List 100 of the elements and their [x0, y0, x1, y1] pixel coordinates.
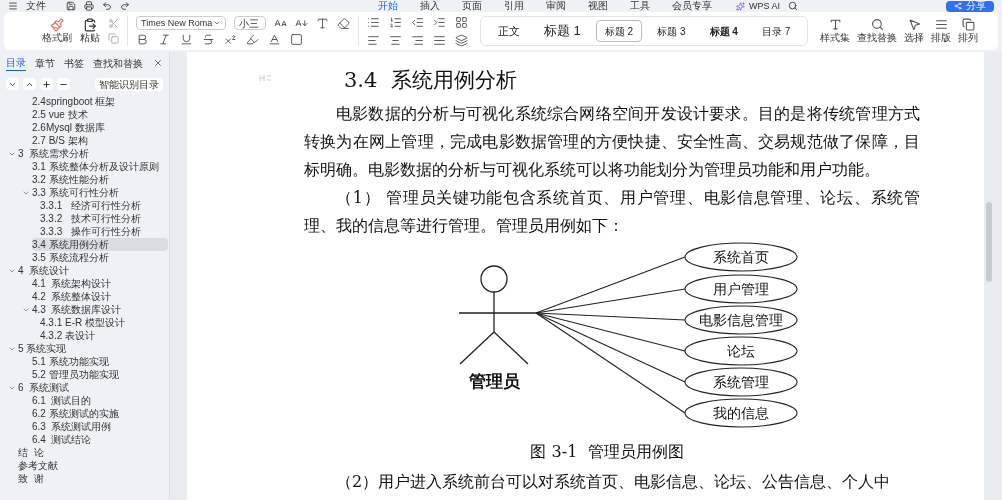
italic-icon[interactable] — [158, 33, 171, 46]
outline-item[interactable]: 结 论 — [18, 446, 52, 459]
style-option[interactable]: 正文 — [489, 20, 529, 42]
outline-item[interactable]: 6.2 系统测试的实施 — [32, 407, 127, 420]
outline-item[interactable]: 3.3 系统可行性分析 — [32, 186, 127, 199]
clear-format-icon[interactable] — [337, 16, 350, 30]
style-option[interactable]: 目录 7 — [752, 20, 800, 42]
ribbon-tab[interactable]: 会员专享 — [672, 0, 712, 13]
underline-icon[interactable] — [180, 33, 193, 46]
share-icon[interactable] — [954, 2, 962, 10]
style-option[interactable]: 标题 3 — [648, 20, 695, 42]
outline-item[interactable]: 6 系统测试 — [18, 381, 78, 394]
outline-item[interactable]: 6.3 系统测试用例 — [32, 420, 120, 433]
ribbon-tab[interactable]: 审阅 — [546, 0, 566, 13]
print-icon[interactable] — [84, 1, 94, 11]
actor-label: 管理员 — [468, 372, 520, 391]
use-case-label: 电影信息管理 — [699, 312, 783, 328]
ribbon-tab[interactable]: 视图 — [588, 0, 608, 13]
outline-item[interactable]: 4.2 系统整体设计 — [32, 290, 120, 303]
outline-item[interactable]: 2.7 B/S 架构 — [32, 134, 96, 147]
outline-item[interactable]: 2.6Mysql 数据库 — [32, 121, 113, 134]
superscript-icon[interactable] — [224, 33, 237, 46]
menu-icon[interactable] — [8, 1, 18, 11]
outline-item[interactable]: 6.4 测试结论 — [32, 433, 100, 446]
outline-item[interactable]: 3.3.2 技术可行性分析 — [40, 212, 149, 225]
ai-button[interactable]: WPS AI — [736, 0, 780, 12]
save-icon[interactable] — [66, 1, 76, 11]
font-color-icon[interactable] — [268, 33, 281, 46]
heading-handle-icon[interactable] — [259, 74, 271, 82]
section-heading: 3.4 系统用例分析 — [344, 67, 517, 95]
sidebar-tab[interactable]: 章节 — [35, 55, 55, 71]
indent-icon[interactable] — [433, 15, 446, 29]
font-size-field[interactable]: 小三 — [234, 16, 266, 30]
paste-button[interactable]: 粘贴 — [80, 32, 100, 44]
outline-item[interactable]: 致 谢 — [18, 472, 52, 485]
file-menu[interactable]: 文件 — [26, 0, 46, 12]
use-case-label: 我的信息 — [713, 405, 769, 421]
tool-button[interactable]: 排列 — [958, 30, 979, 45]
tool-button[interactable]: 排版 — [931, 30, 952, 45]
style-option[interactable]: 标题 2 — [595, 20, 643, 42]
sidebar-tab[interactable]: 查找和替换 — [93, 55, 143, 71]
align-center-icon[interactable] — [389, 33, 402, 47]
outline-item[interactable]: 2.5 vue 技术 — [32, 108, 96, 121]
ribbon-tab[interactable]: 工具 — [630, 0, 650, 13]
outline-item[interactable]: 3.5 系统流程分析 — [32, 251, 117, 264]
share-button[interactable]: 分享 — [946, 0, 994, 12]
outline-item[interactable]: 3.2 系统性能分析 — [32, 173, 117, 186]
dropdown-caret-icon[interactable] — [213, 19, 221, 27]
tool-button[interactable]: 查找替换 — [857, 30, 898, 45]
outline-item[interactable]: 5.2 管理员功能实现 — [32, 368, 127, 381]
format-painter-button[interactable]: 格式刷 — [42, 32, 72, 44]
outline-item[interactable]: 5 系统实现 — [18, 342, 75, 355]
use-case-label: 系统首页 — [713, 249, 769, 265]
outline-item[interactable]: 4 系统设计 — [18, 264, 78, 277]
outline-item[interactable]: 6.1 测试目的 — [32, 394, 100, 407]
strikethrough-icon[interactable] — [202, 33, 215, 46]
bullet-list-icon[interactable] — [367, 15, 380, 29]
align-left-icon[interactable] — [367, 33, 380, 47]
outline-item[interactable]: 3.3.1 经济可行性分析 — [40, 199, 149, 212]
outline-item[interactable]: 3.1 系统整体分析及设计原则 — [32, 160, 167, 173]
outline-item[interactable]: 3.3.3 操作可行性分析 — [40, 225, 149, 238]
use-case-label: 论坛 — [727, 343, 755, 359]
font-name-field[interactable]: Times New Roma — [136, 16, 226, 30]
body-paragraph: （1） 管理员关键功能包含系统首页、用户管理、电影信息管理、论坛、系统管理、我的信息等进行管理。管理员用例如下： — [304, 187, 920, 237]
justify-icon[interactable] — [433, 33, 446, 47]
redo-icon[interactable] — [120, 1, 130, 11]
style-option[interactable]: 标题 4 — [700, 20, 747, 42]
outline-item[interactable]: 4.3.2 表设计 — [40, 329, 104, 342]
outdent-icon[interactable] — [411, 15, 424, 29]
sparkle-icon[interactable] — [736, 1, 745, 11]
outline-item[interactable]: 4.1 系统架构设计 — [32, 277, 120, 290]
smart-toc-button[interactable]: 智能识别目录 — [95, 77, 163, 91]
sidebar-tab[interactable]: 目录 — [6, 55, 26, 71]
ribbon-tab[interactable]: 引用 — [504, 0, 524, 13]
sidebar-tab[interactable]: 书签 — [64, 55, 84, 71]
bold-icon[interactable] — [136, 33, 149, 46]
align-right-icon[interactable] — [411, 33, 424, 47]
outline-item[interactable]: 4.3.1 E-R 模型设计 — [40, 316, 134, 329]
close-icon[interactable] — [153, 58, 163, 68]
format-painter-icon[interactable] — [50, 18, 64, 32]
tool-button[interactable]: 样式集 — [820, 30, 851, 45]
tool-button[interactable]: 选择 — [904, 30, 925, 45]
outline-item[interactable]: 2.4springboot 框架 — [32, 95, 124, 108]
body-paragraph: （2）用户进入系统前台可以对系统首页、电影信息、论坛、公告信息、个人中 — [335, 471, 892, 493]
outline-item[interactable]: 3 系统需求分析 — [18, 147, 98, 160]
outline-item[interactable]: 参考文献 — [18, 459, 66, 472]
use-case-label: 用户管理 — [713, 281, 769, 297]
ribbon-tab[interactable]: 页面 — [462, 0, 482, 13]
outline-item[interactable]: 3.4 系统用例分析 — [32, 238, 168, 251]
ribbon-tab[interactable]: 插入 — [420, 0, 440, 13]
numbered-list-icon[interactable] — [389, 15, 402, 29]
outline-item[interactable]: 5.1 系统功能实现 — [32, 355, 117, 368]
use-case-label: 系统管理 — [713, 374, 769, 390]
highlighter-icon[interactable] — [246, 33, 259, 46]
paste-icon[interactable] — [83, 18, 97, 32]
outline-item[interactable]: 4.3 系统数据库设计 — [32, 303, 130, 316]
style-option[interactable]: 标题 1 — [535, 20, 590, 42]
search-icon[interactable] — [788, 1, 798, 11]
scrollbar[interactable] — [986, 202, 992, 282]
undo-icon[interactable] — [102, 1, 112, 11]
